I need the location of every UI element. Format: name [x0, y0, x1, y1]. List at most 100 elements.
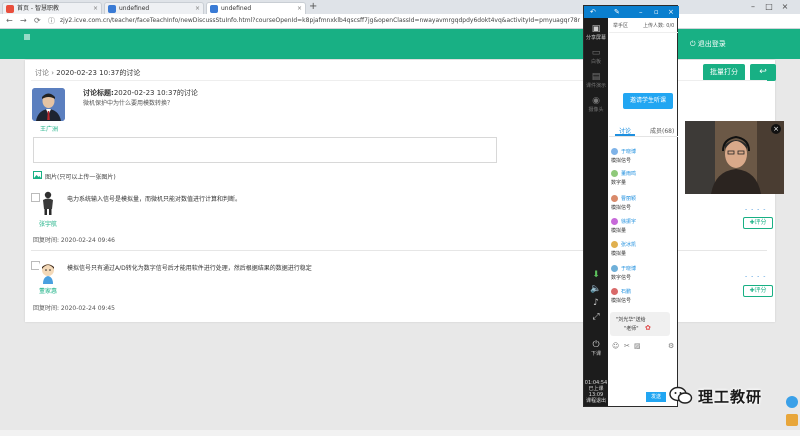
browser-tab-1[interactable]: 首页 - 智慧职教 × — [2, 2, 102, 14]
chat-avatar — [611, 288, 618, 295]
live-panel-header: 举手区 上传人数: 0/0 — [609, 18, 678, 33]
maximize-icon[interactable]: □ — [762, 0, 776, 14]
chat-text: 数字信号 — [611, 275, 632, 281]
logout-button[interactable]: ⏻ 退出登录 — [690, 29, 726, 59]
chat-text: 模拟信号 — [611, 158, 632, 164]
whiteboard-icon: ▭ — [591, 48, 601, 58]
forward-icon[interactable]: → — [20, 14, 27, 28]
pin-icon[interactable]: ✎ — [614, 6, 620, 18]
live-panel-titlebar: ↶ ✎ – ▫ × — [584, 6, 679, 18]
teacher-avatar — [32, 88, 65, 121]
logo-icon — [24, 34, 30, 40]
reply-textarea[interactable] — [33, 137, 497, 163]
chat-sender: 于晓博 — [621, 266, 637, 272]
raise-hand-tab[interactable]: 举手区 — [613, 22, 628, 29]
url-field[interactable]: zjy2.icve.com.cn/teacher/faceTeachInfo/n… — [60, 15, 580, 27]
chat-text: 模拟信号 — [611, 205, 632, 211]
page-favicon-icon — [210, 5, 218, 13]
close-window-icon[interactable]: × — [778, 0, 792, 14]
upload-count: 上传人数: 0/0 — [643, 23, 675, 29]
person-photo-icon — [32, 88, 65, 121]
side-label: 课件演示 — [585, 83, 606, 89]
send-button[interactable]: 发送 — [646, 392, 666, 402]
emoji-icon[interactable]: ☺ — [612, 342, 619, 350]
close-panel-icon[interactable]: × — [668, 6, 674, 18]
download-button[interactable]: ⬇ — [584, 270, 608, 280]
end-class-button[interactable]: ⏻ 下课 — [584, 340, 608, 357]
fullscreen-button[interactable]: ⤢ — [584, 312, 608, 322]
settings-icon[interactable]: ⚙ — [668, 342, 674, 350]
side-label: 白板 — [590, 59, 601, 65]
tab-label: undefined — [119, 5, 150, 12]
restore-panel-icon[interactable]: ▫ — [654, 6, 659, 18]
assistant-icon[interactable] — [786, 414, 798, 426]
wechat-icon — [669, 386, 693, 404]
topic-title: 讨论标题:2020-02-23 10:37的讨论 — [83, 88, 198, 98]
chat-sender: 于晓博 — [621, 149, 637, 155]
reload-icon[interactable]: ⟳ — [34, 14, 41, 28]
evaluate-button[interactable]: ✚评分 — [743, 217, 773, 229]
student-avatar — [40, 191, 56, 215]
topic-title-text: 2020-02-23 10:37的讨论 — [113, 89, 198, 97]
chat-text: 模拟量 — [611, 228, 627, 234]
side-label: 分享屏幕 — [585, 35, 606, 41]
reply-time: 回复时间: 2020-02-24 09:45 — [33, 305, 115, 312]
chat-sender: 石鹏 — [621, 289, 632, 295]
music-button[interactable]: ♪ — [584, 298, 608, 308]
invite-students-button[interactable]: 邀请学生听课 — [623, 93, 673, 109]
minimize-panel-icon[interactable]: – — [639, 6, 643, 18]
evaluate-button[interactable]: ✚评分 — [743, 285, 773, 297]
image-upload-icon[interactable] — [33, 171, 42, 179]
power-icon: ⏻ — [592, 340, 600, 350]
evaluate-label: 评分 — [754, 219, 767, 226]
browser-tab-3[interactable]: undefined × — [206, 2, 306, 14]
music-icon: ♪ — [593, 298, 599, 308]
browser-helper-icon[interactable] — [786, 396, 798, 408]
site-logo[interactable] — [24, 32, 54, 42]
address-bar: ← → ⟳ ⓘ zjy2.icve.com.cn/teacher/faceTea… — [0, 14, 800, 29]
tab-members[interactable]: 成员(68) — [650, 126, 674, 135]
undo-icon[interactable]: ↶ — [590, 6, 596, 18]
breadcrumb-separator: › — [51, 69, 55, 77]
close-video-icon[interactable]: × — [771, 124, 781, 134]
courseware-button[interactable]: ▤ 课件演示 — [584, 72, 608, 89]
download-icon: ⬇ — [592, 270, 600, 280]
teacher-video-feed[interactable]: × — [685, 121, 784, 194]
page-favicon-icon — [108, 5, 116, 13]
whiteboard-button[interactable]: ▭ 白板 — [584, 48, 608, 65]
topic-label: 讨论标题: — [83, 89, 114, 97]
speaker-icon: 🔈 — [590, 284, 602, 294]
new-tab-button[interactable]: + — [309, 1, 317, 13]
browser-tab-2[interactable]: undefined × — [104, 2, 204, 14]
side-float-icons — [784, 390, 800, 430]
back-button[interactable]: ↩ — [750, 64, 776, 81]
camera-button[interactable]: ◉ 摄像头 — [584, 96, 608, 113]
back-icon[interactable]: ← — [6, 14, 13, 28]
tab-label: 首页 - 智慧职教 — [17, 5, 59, 12]
scissors-icon[interactable]: ✂ — [624, 342, 630, 350]
image-icon[interactable]: ▨ — [634, 342, 641, 350]
teacher-camera-icon — [685, 121, 784, 194]
breadcrumb-root[interactable]: 讨论 — [35, 69, 49, 77]
browser-tab-bar: 首页 - 智慧职教 × undefined × undefined × + – … — [0, 0, 800, 15]
reply-rating-dots: - - - - — [745, 273, 767, 280]
speaker-button[interactable]: 🔈 — [584, 284, 608, 294]
student-figure-icon — [43, 191, 53, 215]
batch-grade-button[interactable]: 批量打分 — [703, 64, 745, 81]
chat-sender: 曹丽颖 — [621, 196, 637, 202]
chat-text: 数字量 — [611, 180, 627, 186]
topic-question: 微机保护中为什么要用模数转换？ — [83, 100, 174, 107]
teacher-name: 王广洲 — [39, 126, 58, 133]
chat-avatar — [611, 148, 618, 155]
breadcrumb: 讨论 › 2020-02-23 10:37的讨论 — [35, 68, 140, 78]
student-avatar — [39, 262, 57, 284]
tab-label: undefined — [221, 5, 252, 12]
reply-select-checkbox[interactable] — [31, 193, 40, 202]
share-screen-button[interactable]: ▣ 分享屏幕 — [584, 24, 608, 41]
minimize-icon[interactable]: – — [746, 0, 760, 14]
live-class-panel: ↶ ✎ – ▫ × ▣ 分享屏幕 ▭ 白板 ▤ 课件演示 ◉ 摄像头 ⬇ 🔈 ♪ ⤢ ⏻… — [583, 5, 679, 407]
reply-text: 模拟信号只有通过A/D转化为数字信号后才能用软件进行处理，然后根据结果的数据进行… — [67, 265, 312, 272]
gift-line-2: "老师" — [624, 326, 639, 332]
reply-time: 回复时间: 2020-02-24 09:46 — [33, 237, 115, 244]
student-cartoon-icon — [42, 264, 54, 284]
